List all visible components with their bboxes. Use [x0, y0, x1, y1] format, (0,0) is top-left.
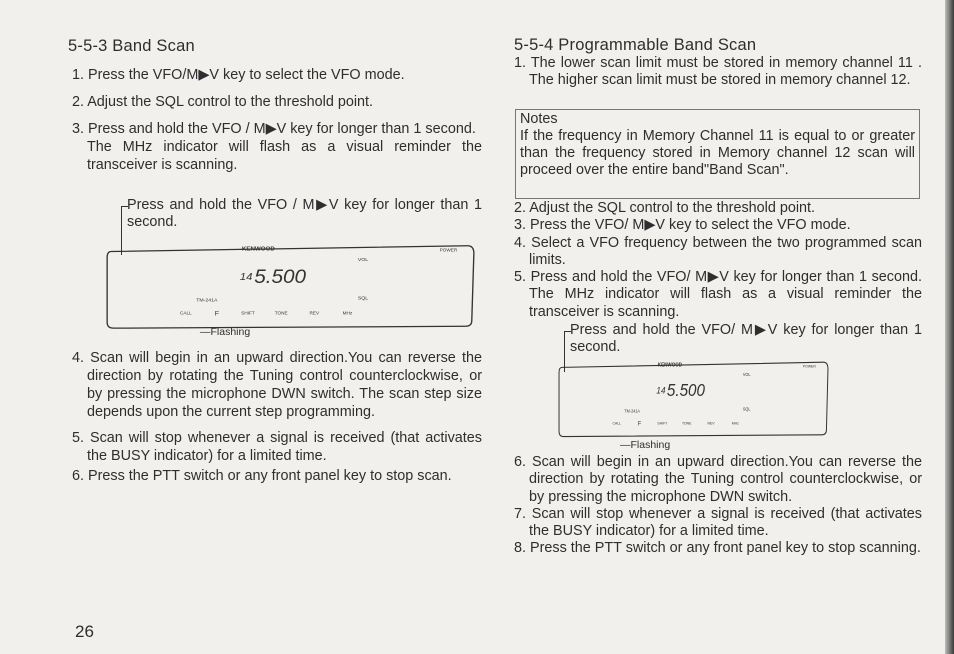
notes-body: If the frequency in Memory Channel 11 is… — [520, 128, 915, 178]
step: 1. Press the VFO/M▶V key to select the V… — [72, 67, 405, 83]
model-label: TM-241A — [196, 297, 218, 303]
power-label: POWER — [803, 364, 816, 368]
call-button-label: CALL — [613, 421, 622, 425]
callout-text: Press and hold the VFO / M▶V key for lon… — [127, 197, 482, 230]
freq-khz: 5.500 — [667, 381, 705, 400]
shift-button-label: SHIFT — [241, 311, 255, 316]
right-steps-2-5: 2. Adjust the SQL control to the thresho… — [514, 200, 922, 321]
step: 6. Press the PTT switch or any front pan… — [72, 468, 452, 484]
step: 4. Scan will begin in an upward directio… — [72, 350, 482, 420]
notes-title: Notes — [520, 111, 558, 127]
brand-label: KENWOOD — [242, 247, 276, 253]
notes-box: Notes If the frequency in Memory Channel… — [515, 109, 920, 199]
book-edge — [945, 0, 954, 654]
step-note: The MHz indicator will flash as a visual… — [87, 139, 482, 173]
radio-diagram: KENWOOD 14 5.500 TM-241A VOL SQL POWER C… — [558, 361, 829, 438]
page-number: 26 — [75, 622, 94, 641]
step: 2. Adjust the SQL control to the thresho… — [72, 94, 374, 110]
step: 7. Scan will stop whenever a signal is r… — [514, 505, 922, 540]
freq-mhz: 14 — [240, 272, 253, 284]
radio-diagram: KENWOOD 14 5.500 TM-241A VOL SQL POWER C… — [106, 245, 475, 329]
power-label: POWER — [440, 248, 458, 253]
section-heading-programmable-band-scan: 5-5-4 Programmable Band Scan — [514, 36, 757, 54]
tone-button-label: TONE — [275, 311, 288, 316]
flashing-text: Flashing — [630, 439, 671, 451]
model-label: TM-241A — [624, 408, 640, 413]
step: 1. The lower scan limit must be stored i… — [514, 55, 922, 89]
callout-text: Press and hold the VFO/ M▶V key for long… — [570, 322, 922, 355]
mhz-button-label: MHz — [343, 311, 353, 316]
sql-label: SQL — [358, 296, 369, 302]
right-step-1: 1. The lower scan limit must be stored i… — [514, 55, 922, 90]
f-button-label: F — [215, 311, 219, 318]
vol-label: VOL — [743, 372, 751, 377]
tone-button-label: TONE — [682, 421, 692, 425]
step: 5. Press and hold the VFO/ M▶V key for l… — [514, 269, 922, 320]
mhz-button-label: MHz — [732, 421, 739, 425]
call-button-label: CALL — [180, 311, 192, 316]
left-steps-1-3: 1. Press the VFO/M▶V key to select the V… — [72, 66, 482, 174]
f-button-label: F — [638, 421, 642, 427]
step: 3. Press and hold the VFO / M▶V key for … — [72, 121, 476, 137]
shift-button-label: SHIFT — [657, 421, 668, 425]
step: 2. Adjust the SQL control to the thresho… — [514, 200, 816, 216]
rev-button-label: REV — [707, 421, 715, 425]
section-heading-band-scan: 5-5-3 Band Scan — [68, 37, 195, 55]
rev-button-label: REV — [310, 311, 320, 316]
flashing-text: Flashing — [210, 326, 251, 338]
flashing-label: —Flashing — [620, 439, 671, 451]
step: 4. Select a VFO frequency between the tw… — [514, 234, 922, 268]
freq-mhz: 14 — [656, 385, 665, 396]
step: 3. Press the VFO/ M▶V key to select the … — [514, 217, 851, 234]
sql-label: SQL — [743, 406, 751, 411]
freq-khz: 5.500 — [254, 267, 306, 288]
flashing-label: —Flashing — [200, 326, 251, 338]
vol-label: VOL — [358, 257, 369, 263]
right-steps-6-8: 6. Scan will begin in an upward directio… — [514, 454, 922, 558]
step: 8. Press the PTT switch or any front pan… — [514, 540, 921, 557]
step: 5. Scan will stop whenever a signal is r… — [72, 430, 482, 464]
brand-label: KENWOOD — [658, 362, 683, 368]
left-steps-4-6: 4. Scan will begin in an upward directio… — [72, 349, 482, 485]
step: 6. Scan will begin in an upward directio… — [514, 454, 922, 505]
